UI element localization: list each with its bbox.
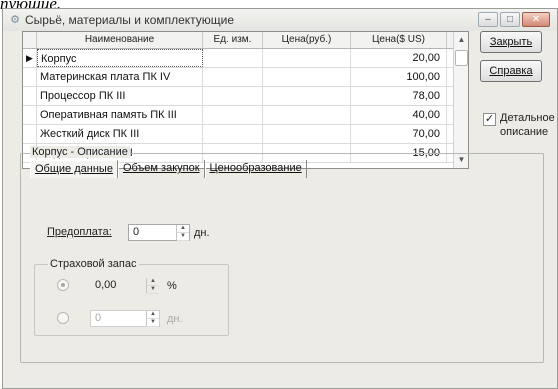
cell-unit[interactable] — [203, 125, 263, 143]
cell-unit[interactable] — [203, 49, 263, 67]
window-title: Сырьё, материалы и комплектующие — [25, 13, 235, 27]
grid-header: Наименование Ед. изм. Цена(руб.) Цена($ … — [23, 32, 453, 49]
gear-icon: ⚙ — [10, 14, 20, 26]
cell-price-usd[interactable]: 20,00 — [351, 49, 447, 67]
cell-unit[interactable] — [203, 68, 263, 86]
header-price-usd[interactable]: Цена($ US) — [351, 32, 447, 48]
cell-price-rub[interactable] — [263, 87, 351, 105]
close-window-button[interactable]: ✕ — [522, 12, 550, 27]
description-group-title: Корпус - Описание — [30, 146, 130, 158]
header-indicator — [23, 32, 37, 48]
cell-name[interactable]: Материнская плата ПК IV — [37, 68, 203, 86]
close-button[interactable]: Закрыть — [480, 31, 542, 53]
prepayment-stepper[interactable]: 0 ▲ ▼ — [128, 224, 190, 241]
spin-up-icon[interactable]: ▲ — [177, 225, 189, 233]
safety-stock-days-radio[interactable] — [57, 312, 69, 324]
header-price-rub[interactable]: Цена(руб.) — [263, 32, 351, 48]
cell-name[interactable]: Оперативная память ПК III — [37, 106, 203, 124]
percent-spin-arrows[interactable]: ▲ ▼ — [146, 278, 159, 294]
table-row[interactable]: Материнская плата ПК IV 100,00 — [23, 68, 453, 87]
row-indicator — [23, 68, 37, 86]
days-spin-arrows[interactable]: ▲ ▼ — [146, 311, 159, 327]
spin-down-icon[interactable]: ▼ — [147, 319, 159, 327]
cell-name[interactable]: Процессор ПК III — [37, 87, 203, 105]
safety-stock-days-value[interactable]: 0 — [91, 311, 146, 326]
help-button[interactable]: Справка — [480, 60, 542, 82]
header-name[interactable]: Наименование — [37, 32, 203, 48]
cell-name[interactable]: Жесткий диск ПК III — [37, 125, 203, 143]
description-tabs: Общие данные Объем закупок Ценообразован… — [30, 160, 307, 178]
minimize-button[interactable]: – — [478, 12, 498, 27]
detail-description-checkbox[interactable]: ✓ — [483, 113, 496, 126]
table-row[interactable]: Процессор ПК III 78,00 — [23, 87, 453, 106]
prepayment-value[interactable]: 0 — [129, 225, 176, 240]
spin-down-icon[interactable]: ▼ — [177, 233, 189, 241]
safety-stock-percent-stepper[interactable]: 0,00 ▲ ▼ — [90, 277, 160, 294]
detail-description-label[interactable]: Детальное описание — [500, 111, 556, 139]
row-indicator — [23, 106, 37, 124]
safety-stock-percent-value[interactable]: 0,00 — [91, 278, 146, 293]
safety-stock-percent-radio[interactable] — [57, 279, 69, 291]
cell-price-usd[interactable]: 78,00 — [351, 87, 447, 105]
table-row[interactable]: Жесткий диск ПК III 70,00 — [23, 125, 453, 144]
title-bar: ⚙ Сырьё, материалы и комплектующие – □ ✕ — [3, 9, 557, 31]
scroll-thumb[interactable] — [455, 50, 468, 66]
maximize-button[interactable]: □ — [500, 12, 520, 27]
safety-stock-days-stepper[interactable]: 0 ▲ ▼ — [90, 310, 160, 327]
table-row[interactable]: Оперативная память ПК III 40,00 — [23, 106, 453, 125]
cell-price-rub[interactable] — [263, 106, 351, 124]
spin-up-icon[interactable]: ▲ — [147, 311, 159, 319]
cell-price-usd[interactable]: 70,00 — [351, 125, 447, 143]
cell-unit[interactable] — [203, 106, 263, 124]
grid-scrollbar[interactable]: ▲ ▼ — [453, 32, 468, 168]
prepayment-unit: дн. — [194, 227, 210, 239]
safety-stock-title: Страховой запас — [48, 258, 139, 270]
cell-unit[interactable] — [203, 87, 263, 105]
tab-pricing[interactable]: Ценообразование — [204, 160, 307, 178]
row-indicator — [23, 87, 37, 105]
tab-general[interactable]: Общие данные — [30, 160, 118, 178]
cell-price-rub[interactable] — [263, 68, 351, 86]
percent-unit: % — [167, 280, 177, 292]
spin-up-icon[interactable]: ▲ — [147, 278, 159, 286]
table-row[interactable]: ▶ Корпус 20,00 — [23, 49, 453, 68]
cell-price-rub[interactable] — [263, 125, 351, 143]
row-indicator — [23, 125, 37, 143]
prepayment-label: Предоплата: — [47, 226, 112, 238]
current-row-arrow-icon: ▶ — [23, 49, 37, 67]
prepayment-spin-arrows[interactable]: ▲ ▼ — [176, 225, 189, 241]
header-unit[interactable]: Ед. изм. — [203, 32, 263, 48]
days-unit: дн. — [167, 313, 183, 325]
cell-name[interactable]: Корпус — [37, 49, 203, 67]
spin-down-icon[interactable]: ▼ — [147, 286, 159, 294]
tab-purchase-volume[interactable]: Объем закупок — [117, 160, 205, 178]
cell-price-usd[interactable]: 40,00 — [351, 106, 447, 124]
scroll-up-icon[interactable]: ▲ — [454, 32, 468, 48]
cell-price-usd[interactable]: 100,00 — [351, 68, 447, 86]
cell-price-rub[interactable] — [263, 49, 351, 67]
